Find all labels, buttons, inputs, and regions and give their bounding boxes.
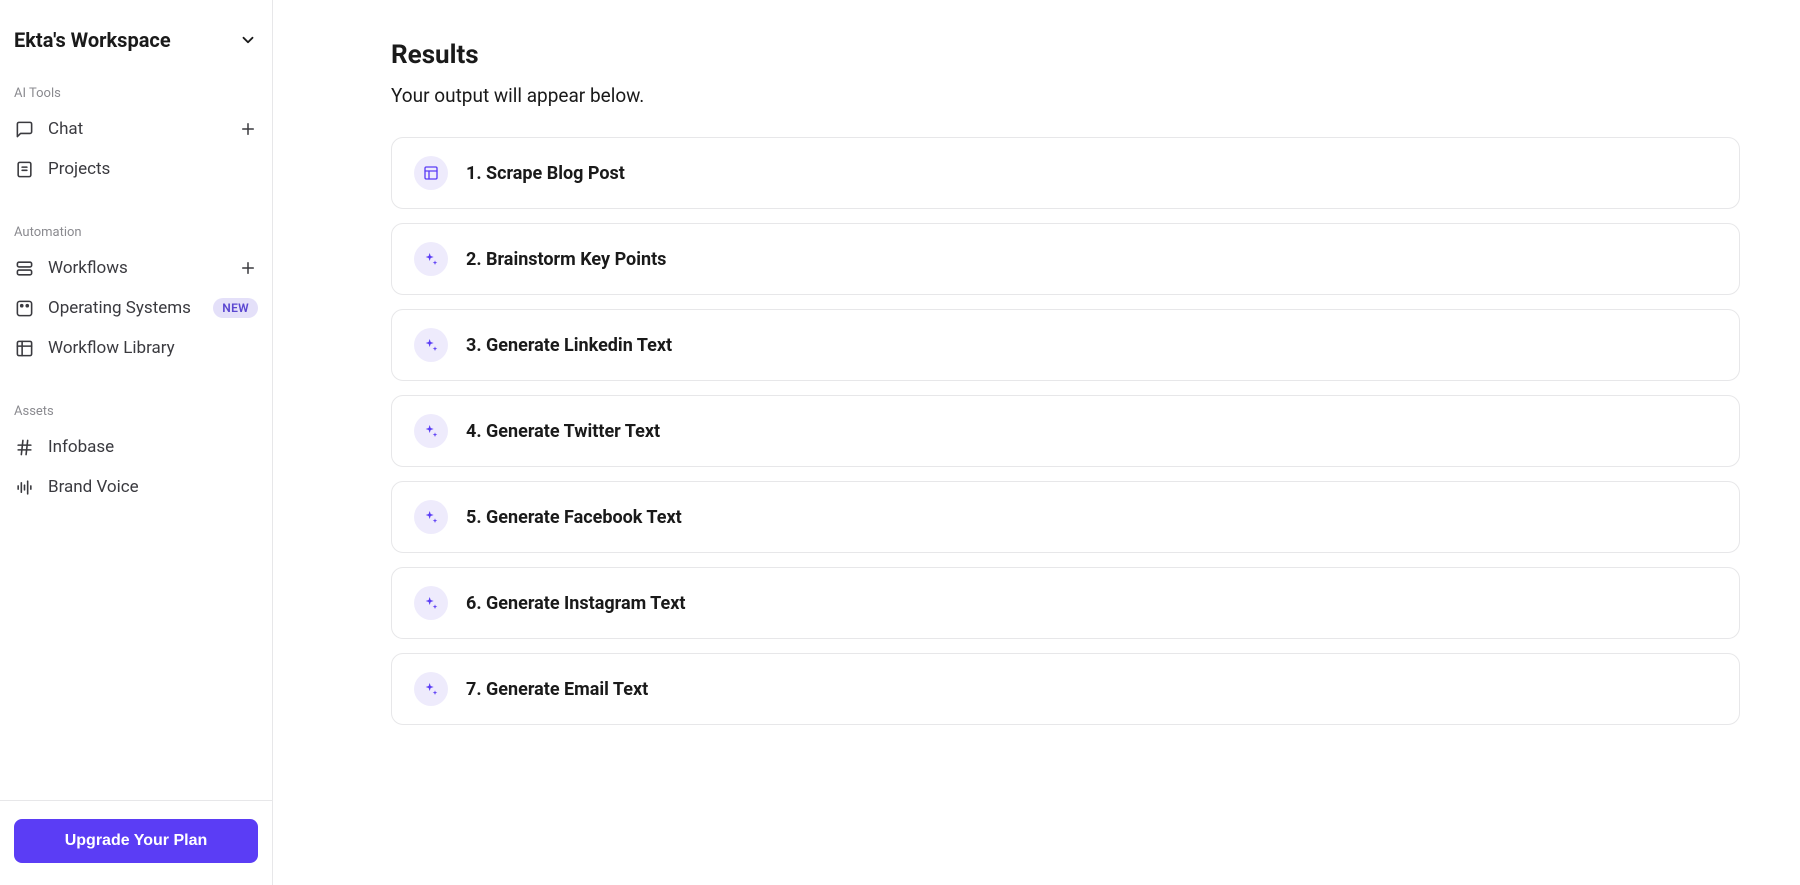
workspace-title: Ekta's Workspace — [14, 28, 171, 52]
workspace-switcher[interactable]: Ekta's Workspace — [0, 0, 272, 74]
step-scrape-blog-post[interactable]: 1. Scrape Blog Post — [391, 137, 1740, 209]
section-label-automation: Automation — [0, 213, 272, 248]
sidebar-footer: Upgrade Your Plan — [0, 800, 272, 885]
sidebar-item-label: Projects — [48, 159, 258, 179]
sidebar-item-operating-systems[interactable]: Operating Systems NEW — [0, 288, 272, 328]
section-label-assets: Assets — [0, 392, 272, 427]
step-label: 5. Generate Facebook Text — [466, 507, 682, 528]
file-text-icon — [14, 159, 34, 179]
sparkle-icon — [414, 242, 448, 276]
sidebar-item-label: Workflows — [48, 258, 224, 278]
results-subheading: Your output will appear below. — [391, 84, 1740, 107]
sidebar-item-label: Infobase — [48, 437, 258, 457]
waveform-icon — [14, 477, 34, 497]
sparkle-icon — [414, 586, 448, 620]
step-generate-facebook-text[interactable]: 5. Generate Facebook Text — [391, 481, 1740, 553]
step-generate-twitter-text[interactable]: 4. Generate Twitter Text — [391, 395, 1740, 467]
step-generate-instagram-text[interactable]: 6. Generate Instagram Text — [391, 567, 1740, 639]
step-label: 3. Generate Linkedin Text — [466, 335, 672, 356]
step-generate-linkedin-text[interactable]: 3. Generate Linkedin Text — [391, 309, 1740, 381]
new-badge: NEW — [213, 298, 258, 318]
step-label: 1. Scrape Blog Post — [466, 163, 625, 184]
sparkle-icon — [414, 500, 448, 534]
sidebar-item-label: Brand Voice — [48, 477, 258, 497]
main-content: Results Your output will appear below. 1… — [273, 0, 1800, 885]
sidebar-item-brand-voice[interactable]: Brand Voice — [0, 467, 272, 507]
sidebar-item-projects[interactable]: Projects — [0, 149, 272, 189]
sparkle-icon — [414, 328, 448, 362]
sidebar-item-chat[interactable]: Chat — [0, 109, 272, 149]
workflow-icon — [14, 258, 34, 278]
section-label-ai-tools: AI Tools — [0, 74, 272, 109]
sidebar: Ekta's Workspace AI Tools Chat Projects … — [0, 0, 273, 885]
chevron-down-icon — [238, 30, 258, 50]
add-workflow-button[interactable] — [238, 258, 258, 278]
sidebar-item-label: Chat — [48, 119, 224, 139]
sidebar-item-workflows[interactable]: Workflows — [0, 248, 272, 288]
sparkle-icon — [414, 414, 448, 448]
step-brainstorm-key-points[interactable]: 2. Brainstorm Key Points — [391, 223, 1740, 295]
add-chat-button[interactable] — [238, 119, 258, 139]
shapes-icon — [14, 298, 34, 318]
layout-icon — [414, 156, 448, 190]
sidebar-item-label: Operating Systems — [48, 298, 199, 318]
sparkle-icon — [414, 672, 448, 706]
results-heading: Results — [391, 40, 1740, 70]
sidebar-item-infobase[interactable]: Infobase — [0, 427, 272, 467]
upgrade-plan-button[interactable]: Upgrade Your Plan — [14, 819, 258, 863]
sidebar-item-workflow-library[interactable]: Workflow Library — [0, 328, 272, 368]
step-label: 4. Generate Twitter Text — [466, 421, 660, 442]
step-label: 6. Generate Instagram Text — [466, 593, 686, 614]
sidebar-item-label: Workflow Library — [48, 338, 258, 358]
step-label: 2. Brainstorm Key Points — [466, 249, 666, 270]
hash-icon — [14, 437, 34, 457]
library-icon — [14, 338, 34, 358]
step-label: 7. Generate Email Text — [466, 679, 648, 700]
message-square-icon — [14, 119, 34, 139]
step-generate-email-text[interactable]: 7. Generate Email Text — [391, 653, 1740, 725]
